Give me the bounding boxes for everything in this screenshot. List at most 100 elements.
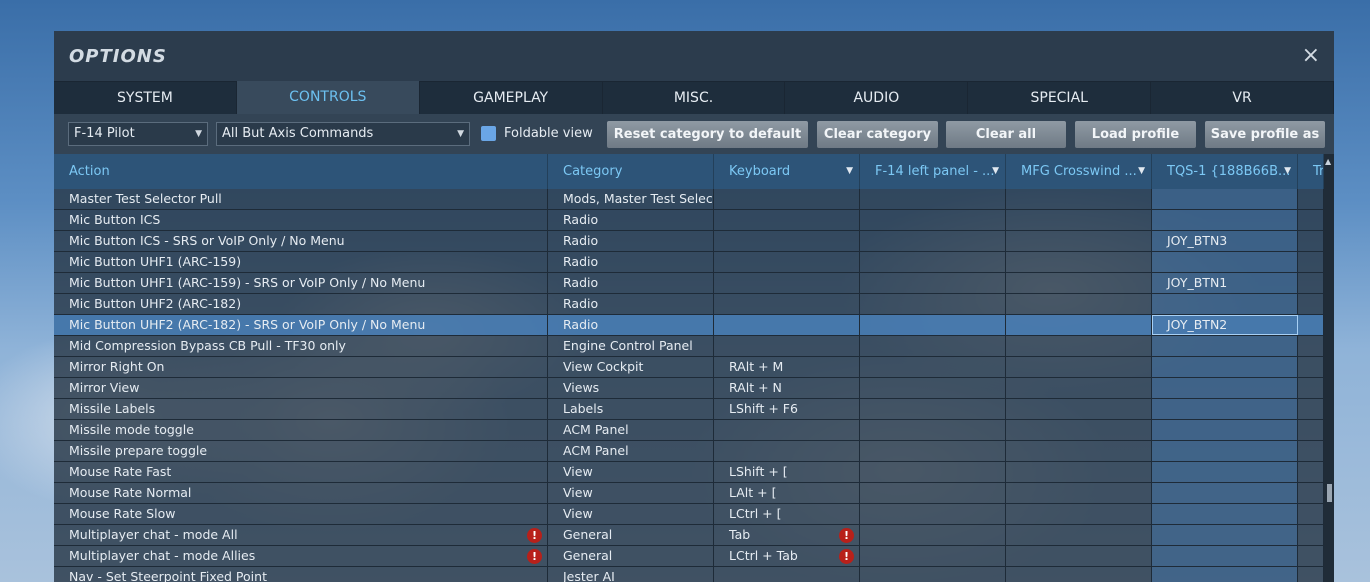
cell-tr[interactable] — [1298, 378, 1324, 398]
cell-left-panel[interactable] — [860, 294, 1006, 314]
cell-tqs[interactable]: JOY_BTN1 — [1152, 273, 1298, 293]
table-row[interactable]: Mic Button UHF1 (ARC-159) Radio — [54, 252, 1324, 273]
cell-left-panel[interactable] — [860, 441, 1006, 461]
cell-tr[interactable] — [1298, 420, 1324, 440]
scroll-up-icon[interactable]: ▲ — [1325, 157, 1331, 166]
foldable-view-checkbox[interactable] — [481, 126, 496, 141]
cell-tqs[interactable] — [1152, 567, 1298, 582]
tab-controls[interactable]: CONTROLS — [236, 81, 420, 114]
column-header-action[interactable]: Action — [54, 154, 548, 189]
cell-tr[interactable] — [1298, 231, 1324, 251]
cell-tqs[interactable] — [1152, 525, 1298, 545]
filter-select[interactable]: All But Axis Commands ▼ — [216, 122, 470, 146]
cell-keyboard[interactable] — [714, 252, 860, 272]
cell-tr[interactable] — [1298, 294, 1324, 314]
cell-keyboard[interactable] — [714, 315, 860, 335]
table-row[interactable]: Mirror View Views RAlt + N — [54, 378, 1324, 399]
cell-crosswind[interactable] — [1006, 273, 1152, 293]
save-profile-button[interactable]: Save profile as — [1205, 121, 1325, 148]
cell-keyboard[interactable] — [714, 189, 860, 209]
cell-tqs[interactable] — [1152, 399, 1298, 419]
column-header-keyboard[interactable]: Keyboard ▼ — [714, 154, 860, 189]
cell-tr[interactable] — [1298, 273, 1324, 293]
close-icon[interactable]: × — [1302, 43, 1320, 68]
tab-system[interactable]: SYSTEM — [54, 81, 237, 114]
cell-left-panel[interactable] — [860, 273, 1006, 293]
cell-left-panel[interactable] — [860, 252, 1006, 272]
cell-tr[interactable] — [1298, 399, 1324, 419]
cell-keyboard[interactable] — [714, 567, 860, 582]
cell-tr[interactable] — [1298, 462, 1324, 482]
cell-crosswind[interactable] — [1006, 189, 1152, 209]
table-row[interactable]: Mid Compression Bypass CB Pull - TF30 on… — [54, 336, 1324, 357]
chevron-down-icon[interactable]: ▼ — [1138, 154, 1145, 189]
cell-tr[interactable] — [1298, 357, 1324, 377]
table-row[interactable]: Mic Button UHF2 (ARC-182) Radio — [54, 294, 1324, 315]
clear-all-button[interactable]: Clear all — [946, 121, 1066, 148]
scrollbar-thumb[interactable] — [1327, 484, 1332, 502]
cell-left-panel[interactable] — [860, 462, 1006, 482]
cell-crosswind[interactable] — [1006, 336, 1152, 356]
cell-tqs[interactable] — [1152, 546, 1298, 566]
cell-left-panel[interactable] — [860, 420, 1006, 440]
table-row[interactable]: Mirror Right On View Cockpit RAlt + M — [54, 357, 1324, 378]
tab-gameplay[interactable]: GAMEPLAY — [419, 81, 603, 114]
cell-keyboard[interactable] — [714, 420, 860, 440]
cell-tqs[interactable] — [1152, 378, 1298, 398]
table-row[interactable]: Mouse Rate Slow View LCtrl + [ — [54, 504, 1324, 525]
cell-crosswind[interactable] — [1006, 462, 1152, 482]
cell-keyboard[interactable]: RAlt + N — [714, 378, 860, 398]
table-row[interactable]: Multiplayer chat - mode Allies General LCt… — [54, 546, 1324, 567]
cell-crosswind[interactable] — [1006, 210, 1152, 230]
cell-keyboard[interactable]: LCtrl + [ — [714, 504, 860, 524]
table-row[interactable]: Nav - Set Steerpoint Fixed Point Jester A… — [54, 567, 1324, 582]
cell-tr[interactable] — [1298, 252, 1324, 272]
cell-tr[interactable] — [1298, 504, 1324, 524]
cell-crosswind[interactable] — [1006, 231, 1152, 251]
table-row[interactable]: Mouse Rate Normal View LAlt + [ — [54, 483, 1324, 504]
cell-left-panel[interactable] — [860, 231, 1006, 251]
cell-left-panel[interactable] — [860, 504, 1006, 524]
load-profile-button[interactable]: Load profile — [1075, 121, 1196, 148]
cell-crosswind[interactable] — [1006, 378, 1152, 398]
cell-tqs[interactable] — [1152, 189, 1298, 209]
table-row[interactable]: Missile mode toggle ACM Panel — [54, 420, 1324, 441]
cell-tr[interactable] — [1298, 441, 1324, 461]
cell-left-panel[interactable] — [860, 189, 1006, 209]
cell-keyboard[interactable] — [714, 210, 860, 230]
cell-left-panel[interactable] — [860, 378, 1006, 398]
cell-tr[interactable] — [1298, 525, 1324, 545]
table-row[interactable]: Missile Labels Labels LShift + F6 — [54, 399, 1324, 420]
cell-keyboard[interactable]: RAlt + M — [714, 357, 860, 377]
clear-category-button[interactable]: Clear category — [817, 121, 938, 148]
chevron-down-icon[interactable]: ▼ — [992, 154, 999, 189]
cell-tqs[interactable] — [1152, 462, 1298, 482]
cell-tqs[interactable] — [1152, 441, 1298, 461]
cell-left-panel[interactable] — [860, 525, 1006, 545]
cell-left-panel[interactable] — [860, 399, 1006, 419]
vertical-scrollbar[interactable]: ▲ — [1324, 154, 1334, 582]
cell-tqs[interactable] — [1152, 420, 1298, 440]
cell-tqs[interactable] — [1152, 357, 1298, 377]
cell-keyboard[interactable]: LShift + F6 — [714, 399, 860, 419]
cell-tqs[interactable] — [1152, 294, 1298, 314]
cell-crosswind[interactable] — [1006, 504, 1152, 524]
table-row[interactable]: Missile prepare toggle ACM Panel — [54, 441, 1324, 462]
cell-tr[interactable] — [1298, 189, 1324, 209]
cell-left-panel[interactable] — [860, 546, 1006, 566]
cell-tqs[interactable] — [1152, 483, 1298, 503]
cell-tr[interactable] — [1298, 483, 1324, 503]
cell-keyboard[interactable] — [714, 441, 860, 461]
table-row[interactable]: Multiplayer chat - mode All General Tab!! — [54, 525, 1324, 546]
aircraft-select[interactable]: F-14 Pilot ▼ — [68, 122, 208, 146]
cell-crosswind[interactable] — [1006, 252, 1152, 272]
cell-tr[interactable] — [1298, 336, 1324, 356]
cell-tqs[interactable] — [1152, 336, 1298, 356]
chevron-down-icon[interactable]: ▼ — [846, 154, 853, 189]
table-row[interactable]: Mic Button ICS - SRS or VoIP Only / No M… — [54, 231, 1324, 252]
cell-crosswind[interactable] — [1006, 315, 1152, 335]
column-header-left-panel[interactable]: F-14 left panel - ... ▼ — [860, 154, 1006, 189]
chevron-down-icon[interactable]: ▼ — [1284, 154, 1291, 189]
cell-crosswind[interactable] — [1006, 420, 1152, 440]
cell-left-panel[interactable] — [860, 483, 1006, 503]
